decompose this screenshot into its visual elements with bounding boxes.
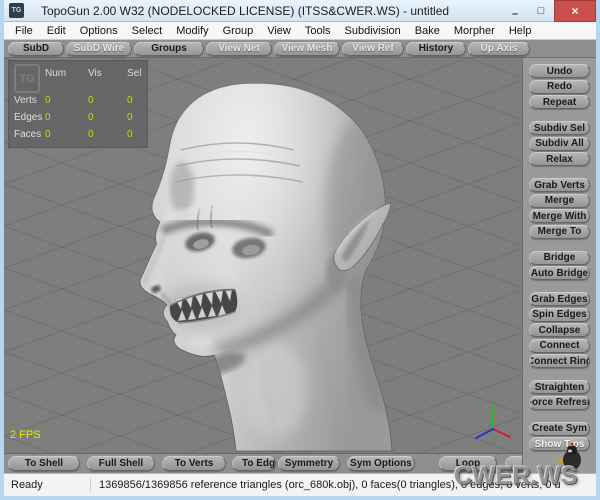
verts-num: 0 <box>45 95 51 106</box>
symmetry-button[interactable]: Symmetry <box>278 456 340 471</box>
col-header-vis: Vis <box>88 68 102 79</box>
subdiv-sel-button[interactable]: Subdiv Sel <box>529 121 590 135</box>
create-sym-button[interactable]: Create Sym <box>529 422 590 436</box>
subdiv-all-button[interactable]: Subdiv All <box>529 137 590 151</box>
to-verts-button[interactable]: To Verts <box>162 456 226 471</box>
menu-options[interactable]: Options <box>73 25 125 37</box>
to-shell-button[interactable]: To Shell <box>8 456 80 471</box>
menu-modify[interactable]: Modify <box>169 25 215 37</box>
collapse-button[interactable]: Collapse <box>529 323 590 337</box>
menu-tools[interactable]: Tools <box>298 25 338 37</box>
history-button[interactable]: History <box>406 42 466 56</box>
right-tool-panel: Undo Redo Repeat Subdiv Sel Subdiv All R… <box>522 58 596 473</box>
groups-button[interactable]: Groups <box>134 42 204 56</box>
bottom-toolbar: To Shell Full Shell To Verts To Edges Sy… <box>4 454 522 473</box>
status-mesh-info: 1369856/1369856 reference triangles (orc… <box>99 479 561 491</box>
faces-vis: 0 <box>88 129 94 140</box>
merge-button[interactable]: Merge <box>529 194 590 208</box>
repeat-button[interactable]: Repeat <box>529 95 590 109</box>
view-mesh-button[interactable]: View Mesh <box>274 42 340 56</box>
verts-sel: 0 <box>127 95 133 106</box>
subd-wire-button[interactable]: SubD Wire <box>66 42 132 56</box>
row-label-faces: Faces <box>14 129 41 140</box>
show-tips-button[interactable]: Show Tips <box>529 437 590 451</box>
redo-button[interactable]: Redo <box>529 80 590 94</box>
merge-to-button[interactable]: Merge To <box>529 225 590 239</box>
view-net-button[interactable]: View Net <box>206 42 272 56</box>
window-title: TopoGun 2.00 W32 (NODELOCKED LICENSE) (I… <box>4 4 486 18</box>
menu-bar: File Edit Options Select Modify Group Vi… <box>4 22 596 40</box>
mesh-stats-panel: TG Num Vis Sel Verts 0 0 0 Edges 0 0 0 F… <box>8 60 148 148</box>
undo-button[interactable]: Undo <box>529 64 590 78</box>
status-bar: Ready 1369856/1369856 reference triangle… <box>4 473 596 496</box>
view-ref-button[interactable]: View Ref <box>342 42 404 56</box>
title-bar[interactable]: TG TopoGun 2.00 W32 (NODELOCKED LICENSE)… <box>4 0 596 22</box>
spin-edges-button[interactable]: Spin Edges <box>529 308 590 322</box>
row-label-verts: Verts <box>14 95 37 106</box>
verts-vis: 0 <box>88 95 94 106</box>
menu-subdivision[interactable]: Subdivision <box>338 25 408 37</box>
status-divider <box>90 478 91 492</box>
topogun-window: TG TopoGun 2.00 W32 (NODELOCKED LICENSE)… <box>0 0 600 500</box>
up-axis-button[interactable]: Up Axis <box>468 42 530 56</box>
menu-help[interactable]: Help <box>502 25 539 37</box>
relax-button[interactable]: Relax <box>529 152 590 166</box>
subd-button[interactable]: SubD <box>8 42 64 56</box>
grab-edges-button[interactable]: Grab Edges <box>529 292 590 306</box>
close-button[interactable]: × <box>554 0 596 22</box>
maximize-button[interactable]: □ <box>528 0 554 22</box>
menu-select[interactable]: Select <box>125 25 170 37</box>
status-state: Ready <box>4 479 90 491</box>
edges-num: 0 <box>45 112 51 123</box>
edges-sel: 0 <box>127 112 133 123</box>
faces-num: 0 <box>45 129 51 140</box>
to-edges-button[interactable]: To Edges <box>232 456 276 471</box>
fps-counter: 2 FPS <box>10 429 41 441</box>
loop-button[interactable]: Loop <box>439 456 497 471</box>
menu-edit[interactable]: Edit <box>40 25 73 37</box>
menu-group[interactable]: Group <box>216 25 261 37</box>
menu-morpher[interactable]: Morpher <box>447 25 502 37</box>
close-icon: × <box>571 4 578 18</box>
auto-bridge-button[interactable]: Auto Bridge <box>529 266 590 280</box>
edges-vis: 0 <box>88 112 94 123</box>
3d-viewport[interactable]: TG Num Vis Sel Verts 0 0 0 Edges 0 0 0 F… <box>4 58 522 454</box>
minimize-button[interactable]: – <box>502 0 528 22</box>
topogun-logo-icon: TG <box>14 64 40 93</box>
menu-view[interactable]: View <box>260 25 298 37</box>
connect-ring-button[interactable]: Connect Ring <box>529 354 590 368</box>
col-header-sel: Sel <box>127 68 141 79</box>
grab-verts-button[interactable]: Grab Verts <box>529 178 590 192</box>
col-header-num: Num <box>45 68 66 79</box>
menu-file[interactable]: File <box>8 25 40 37</box>
menu-bake[interactable]: Bake <box>408 25 447 37</box>
bridge-button[interactable]: Bridge <box>529 251 590 265</box>
sym-options-button[interactable]: Sym Options <box>347 456 415 471</box>
force-refresh-button[interactable]: Force Refresh <box>529 396 590 410</box>
straighten-button[interactable]: Straighten <box>529 380 590 394</box>
row-label-edges: Edges <box>14 112 42 123</box>
faces-sel: 0 <box>127 129 133 140</box>
connect-button[interactable]: Connect <box>529 339 590 353</box>
top-toolbar: SubD SubD Wire Groups View Net View Mesh… <box>4 40 596 58</box>
merge-with-button[interactable]: Merge With <box>529 209 590 223</box>
full-shell-button[interactable]: Full Shell <box>87 456 155 471</box>
